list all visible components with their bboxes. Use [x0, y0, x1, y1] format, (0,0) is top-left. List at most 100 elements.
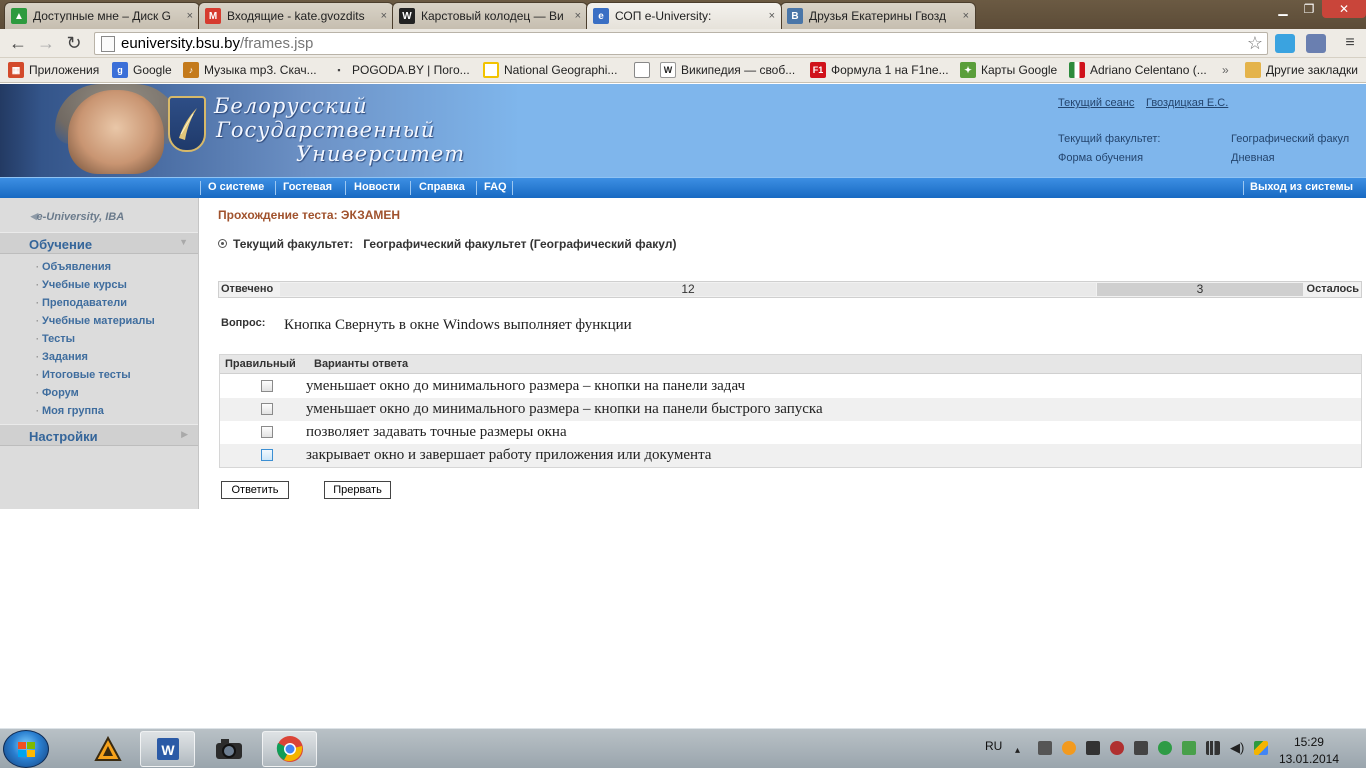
restore-icon[interactable]: ❐ [1296, 0, 1322, 18]
answer-checkbox[interactable] [261, 449, 273, 461]
sidebar-item-announcements[interactable]: · Объявления [36, 261, 111, 273]
volume-icon[interactable]: ◀) [1230, 741, 1244, 755]
sidebar-item-final-tests[interactable]: · Итоговые тесты [36, 369, 131, 381]
bookmarks-bar: ▦ Приложения g Google ♪ Музыка mp3. Скач...… [0, 58, 1366, 83]
tab-label: СОП e-University: [615, 9, 712, 23]
bookmark-page[interactable] [634, 61, 655, 79]
bullet-icon: · [36, 388, 39, 398]
wikipedia-icon: W [660, 62, 676, 78]
nav-guestbook[interactable]: Гостевая [283, 181, 332, 193]
submit-answer-button[interactable]: Ответить [221, 481, 289, 499]
taskbar-camera-icon[interactable] [201, 731, 256, 767]
italy-flag-icon [1069, 62, 1085, 78]
nav-news[interactable]: Новости [354, 181, 400, 193]
sidebar-item-tests[interactable]: · Тесты [36, 333, 75, 345]
tab-gmail[interactable]: M Входящие - kate.gvozdits × [198, 2, 394, 29]
tray-security-icon[interactable] [1110, 741, 1124, 755]
network-signal-icon[interactable] [1206, 741, 1220, 755]
tab-google-drive[interactable]: ▲ Доступные мне – Диск G × [4, 2, 200, 29]
bookmark-star-icon[interactable]: ☆ [1247, 33, 1263, 54]
logout-link[interactable]: Выход из системы [1250, 181, 1353, 193]
system-clock[interactable]: 15:29 13.01.2014 [1279, 734, 1339, 768]
nav-about[interactable]: О системе [208, 181, 264, 193]
google-drive-tray-icon[interactable] [1254, 741, 1268, 755]
bookmark-celentano[interactable]: Adriano Celentano (... [1069, 61, 1207, 79]
sidebar-item-materials[interactable]: · Учебные материалы [36, 315, 155, 327]
sidebar-item-forum[interactable]: · Форум [36, 387, 79, 399]
bookmark-maps[interactable]: ✦ Карты Google [960, 61, 1057, 79]
bookmark-apps[interactable]: ▦ Приложения [8, 61, 99, 79]
back-icon[interactable]: ← [6, 32, 30, 54]
taskbar-avast-icon[interactable] [80, 731, 135, 767]
bookmark-wikipedia[interactable]: W Википедия — своб... [660, 61, 795, 79]
answer-text: уменьшает окно до минимального размера –… [306, 401, 823, 417]
sidebar-item-assignments[interactable]: · Задания [36, 351, 88, 363]
sidebar-item-my-group[interactable]: · Моя группа [36, 405, 104, 417]
bookmark-music[interactable]: ♪ Музыка mp3. Скач... [183, 61, 317, 79]
sidebar-item-courses[interactable]: · Учебные курсы [36, 279, 127, 291]
tray-check-icon[interactable] [1182, 741, 1196, 755]
f1-icon: F1 [810, 62, 826, 78]
close-icon[interactable]: × [187, 10, 193, 22]
tab-label: Входящие - kate.gvozdits [227, 9, 365, 23]
chevron-down-icon: ▼ [179, 237, 188, 247]
tab-label: Друзья Екатерины Гвозд [809, 9, 947, 23]
taskbar-word-icon[interactable]: W [140, 731, 195, 767]
window-close-icon[interactable]: ✕ [1322, 0, 1366, 18]
folder-icon [1245, 62, 1261, 78]
language-indicator[interactable]: RU [985, 739, 1002, 753]
col-correct: Правильный [225, 358, 296, 370]
tab-vk[interactable]: B Друзья Екатерины Гвозд × [780, 2, 976, 29]
test-progress-bar: Отвечено 12 3 Осталось [218, 281, 1362, 298]
tab-euniversity[interactable]: e СОП e-University: × [586, 2, 782, 29]
close-icon[interactable]: × [575, 10, 581, 22]
extension-icon[interactable] [1306, 34, 1326, 53]
close-icon[interactable]: × [963, 10, 969, 22]
bookmark-google[interactable]: g Google [112, 61, 172, 79]
tray-app-icon[interactable] [1038, 741, 1052, 755]
tab-label: Карстовый колодец — Ви [421, 9, 564, 23]
bullet-icon: · [36, 352, 39, 362]
tray-update-icon[interactable] [1062, 741, 1076, 755]
close-icon[interactable]: × [381, 10, 387, 22]
start-button[interactable] [3, 730, 49, 768]
answer-row: уменьшает окно до минимального размера –… [220, 375, 1361, 398]
bookmark-natgeo[interactable]: National Geographi... [483, 61, 617, 79]
sidebar-section-settings[interactable]: Настройки ▶ [0, 424, 198, 446]
tray-expand-icon[interactable]: ▴ [1015, 745, 1025, 756]
main-nav: О системе Гостевая Новости Справка FAQ В… [0, 177, 1366, 198]
taskbar-chrome-icon[interactable] [262, 731, 317, 767]
answer-checkbox[interactable] [261, 380, 273, 392]
answers-header: Правильный Варианты ответа [220, 355, 1361, 374]
abort-test-button[interactable]: Прервать [324, 481, 391, 499]
bullet-icon: · [36, 406, 39, 416]
nav-separator [345, 181, 346, 195]
twitter-extension-icon[interactable] [1275, 34, 1295, 53]
nav-faq[interactable]: FAQ [484, 181, 507, 193]
sidebar-item-teachers[interactable]: · Преподаватели [36, 297, 127, 309]
menu-icon[interactable]: ≡ [1338, 32, 1362, 54]
nav-separator [512, 181, 513, 195]
form-label: Форма обучения [1058, 152, 1144, 164]
bookmark-f1[interactable]: F1 Формула 1 на F1ne... [810, 61, 949, 79]
tray-flag-icon[interactable] [1086, 741, 1100, 755]
forward-icon[interactable]: → [34, 32, 58, 54]
close-icon[interactable]: × [769, 10, 775, 22]
tray-sync-icon[interactable] [1158, 741, 1172, 755]
answer-checkbox[interactable] [261, 403, 273, 415]
wikipedia-icon: W [399, 8, 415, 24]
sidebar: ◂e-University, IBA Обучение ▼ · Объявлени… [0, 198, 199, 509]
bookmark-pogoda[interactable]: ▪ POGODA.BY | Пого... [331, 61, 469, 79]
nav-help[interactable]: Справка [419, 181, 465, 193]
address-bar[interactable]: euniversity.bsu.by/frames.jsp ☆ [94, 32, 1268, 55]
bookmarks-more-icon[interactable]: » [1222, 61, 1229, 79]
bookmark-other[interactable]: Другие закладки [1245, 61, 1358, 79]
minimize-icon[interactable]: ▁ [1270, 0, 1296, 18]
sidebar-section-learning[interactable]: Обучение ▼ [0, 232, 198, 254]
reload-icon[interactable]: ↻ [62, 32, 86, 54]
nav-separator [200, 181, 201, 195]
tray-cursor-icon[interactable] [1134, 741, 1148, 755]
url-path: /frames.jsp [239, 35, 314, 52]
tab-wikipedia[interactable]: W Карстовый колодец — Ви × [392, 2, 588, 29]
answer-checkbox[interactable] [261, 426, 273, 438]
